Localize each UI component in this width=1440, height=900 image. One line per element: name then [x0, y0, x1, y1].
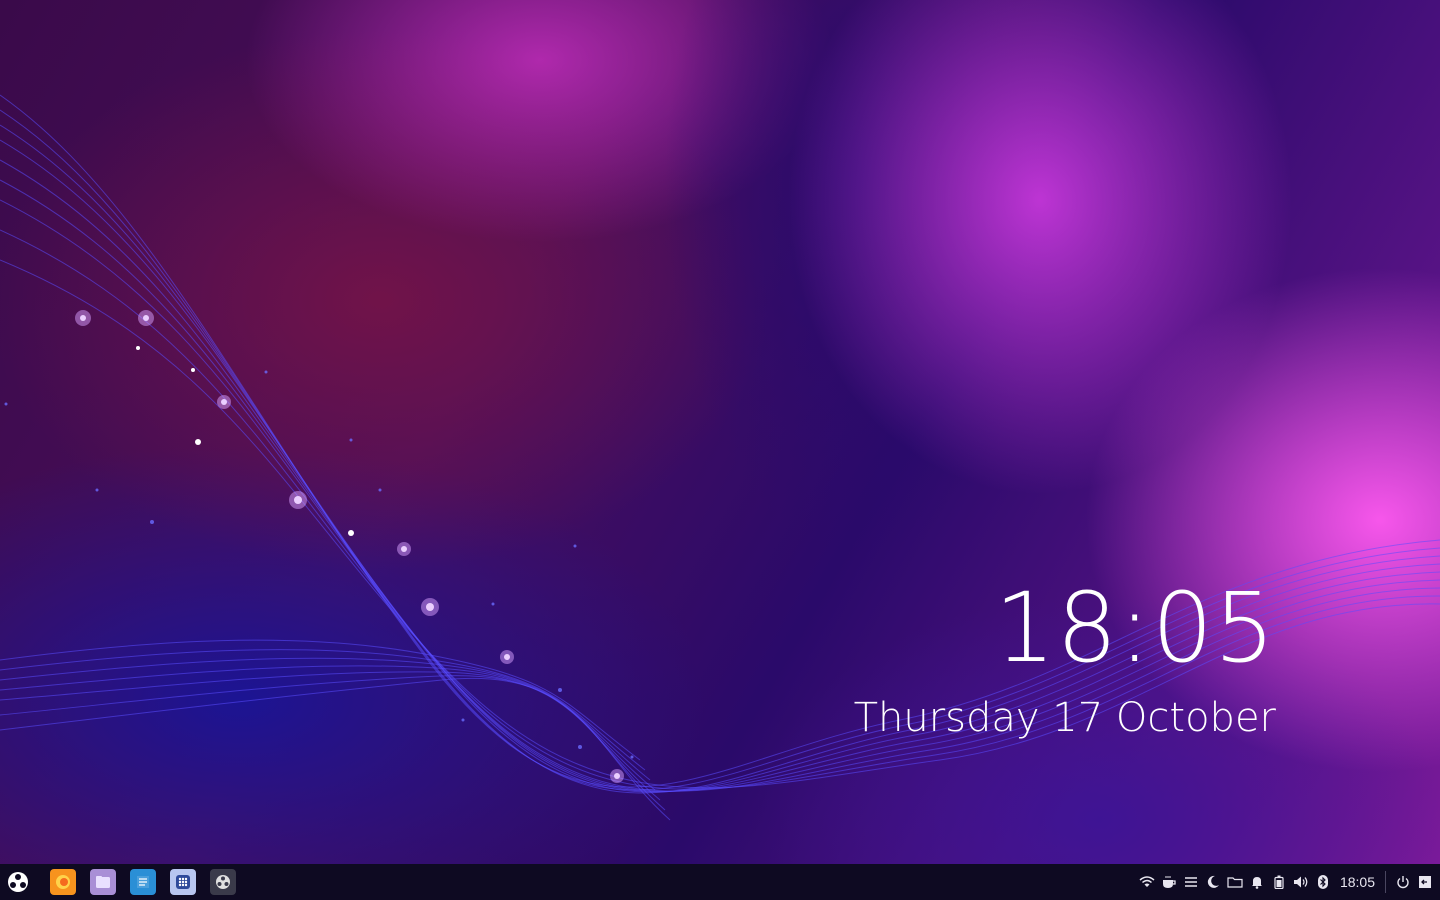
- taskbar-app-settings[interactable]: [210, 869, 236, 895]
- settings-icon: [216, 875, 230, 889]
- menu-tray-button[interactable]: [1180, 864, 1202, 900]
- clock-date: Thursday 17 October: [853, 695, 1276, 741]
- folder-tray-button[interactable]: [1224, 864, 1246, 900]
- volume-tray-button[interactable]: [1290, 864, 1312, 900]
- menu-icon: [1184, 877, 1197, 887]
- app-grid-icon: [176, 875, 190, 889]
- taskbar-app-text-editor[interactable]: [130, 869, 156, 895]
- clock-time: 18:05: [994, 572, 1276, 684]
- night-mode-icon: [1207, 875, 1219, 888]
- notification-bell-icon: [1251, 877, 1262, 889]
- taskbar-app-grid[interactable]: [170, 869, 196, 895]
- night-mode-tray-button[interactable]: [1202, 864, 1224, 900]
- files-icon: [96, 876, 110, 888]
- show-desktop-button[interactable]: [1414, 864, 1436, 900]
- taskbar-app-files[interactable]: [90, 869, 116, 895]
- power-button[interactable]: [1392, 864, 1414, 900]
- volume-icon: [1293, 876, 1308, 888]
- start-menu-icon: [8, 872, 28, 892]
- text-editor-icon: [137, 876, 149, 888]
- desktop-wallpaper: 18:05 Thursday 17 October: [0, 0, 1440, 864]
- start-menu-button[interactable]: [0, 864, 36, 900]
- desktop-clock-widget: 18:05 Thursday 17 October: [816, 578, 1276, 742]
- notifications-tray-button[interactable]: [1246, 864, 1268, 900]
- battery-tray-button[interactable]: [1268, 864, 1290, 900]
- show-desktop-icon: [1419, 876, 1431, 888]
- folder-icon: [1227, 877, 1243, 888]
- battery-icon: [1274, 875, 1284, 889]
- taskbar-app-firefox[interactable]: [50, 869, 76, 895]
- bluetooth-icon: [1317, 875, 1328, 889]
- system-tray: 18:05: [1136, 864, 1440, 900]
- wifi-icon: [1139, 876, 1155, 887]
- coffee-tray-button[interactable]: [1158, 864, 1180, 900]
- power-icon: [1397, 876, 1409, 889]
- coffee-icon: [1162, 876, 1176, 888]
- firefox-icon: [56, 875, 70, 889]
- taskbar-app-list: [50, 869, 236, 895]
- bluetooth-tray-button[interactable]: [1312, 864, 1334, 900]
- wifi-tray-button[interactable]: [1136, 864, 1158, 900]
- tray-clock[interactable]: 18:05: [1334, 874, 1385, 890]
- tray-separator: [1385, 871, 1386, 893]
- taskbar: 18:05: [0, 864, 1440, 900]
